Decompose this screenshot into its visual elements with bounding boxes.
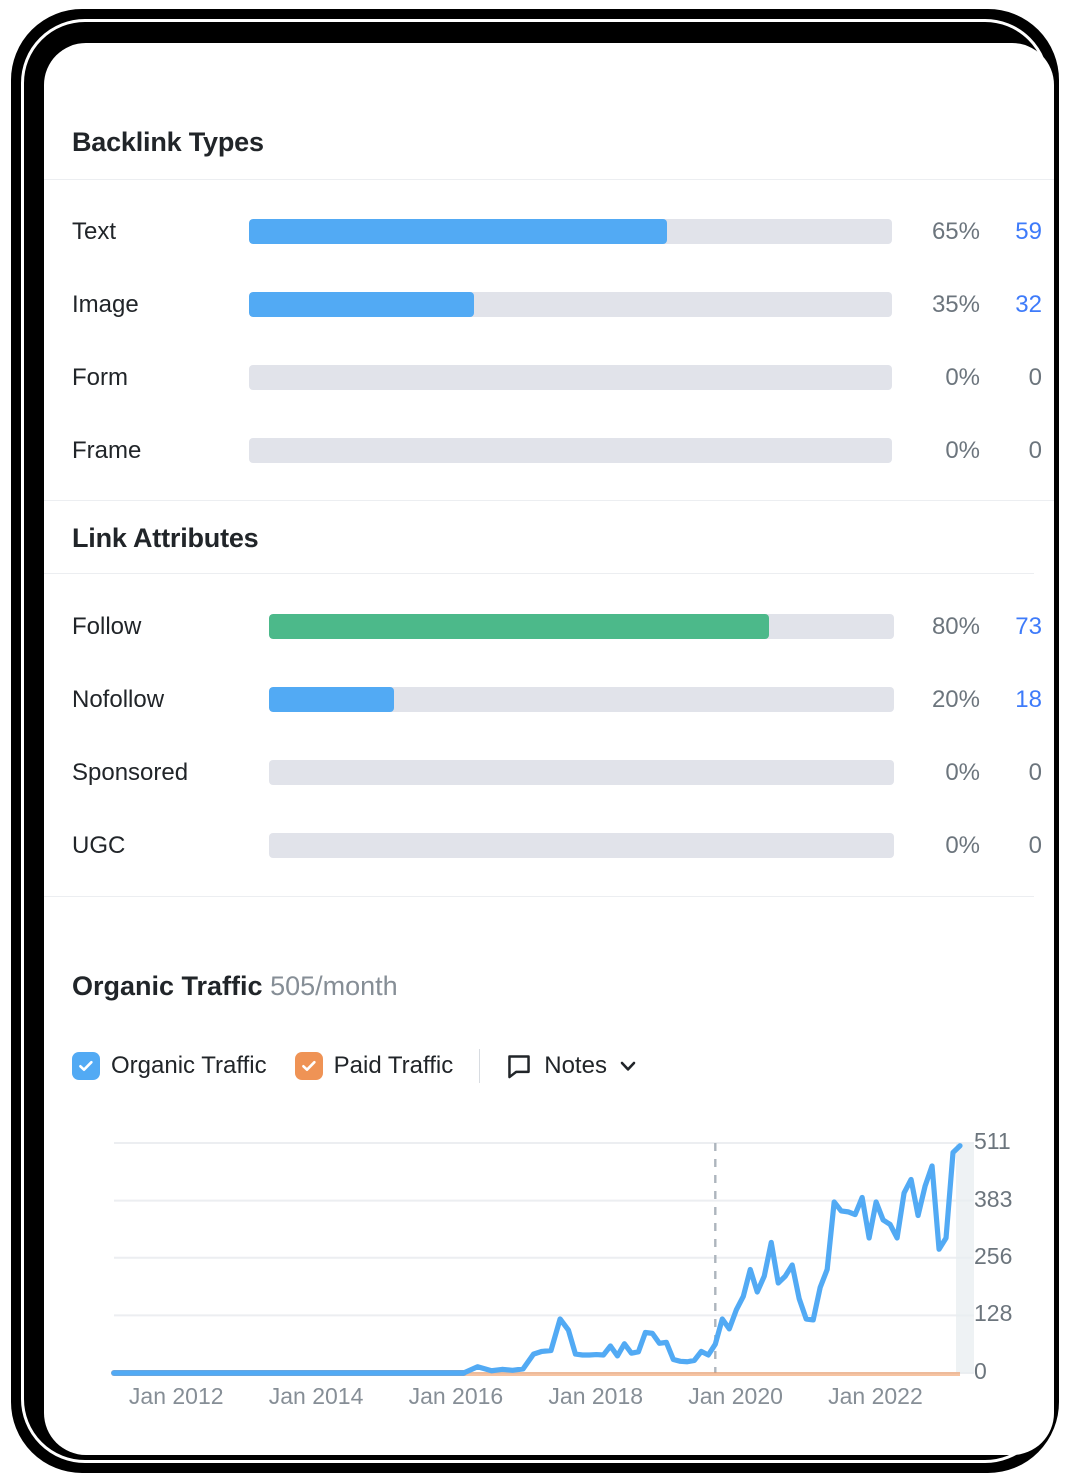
metric-row: Image 35% 32 — [44, 268, 1054, 341]
metric-row-count[interactable]: 18 — [986, 686, 1042, 714]
chart-canvas — [111, 1142, 974, 1376]
metric-row-percent: 0% — [945, 436, 980, 464]
metric-row-label: UGC — [72, 831, 126, 859]
link-attributes-bottom-divider — [44, 896, 1034, 897]
metric-row-count: 0 — [1028, 831, 1042, 859]
chart-y-tick-label: 128 — [974, 1300, 1013, 1327]
organic-traffic-title: Organic Traffic — [72, 971, 263, 1001]
metric-row-count: 0 — [1028, 363, 1042, 391]
metric-row-count[interactable]: 32 — [986, 291, 1042, 319]
metric-row-percent: 80% — [931, 612, 980, 640]
chart-y-tick-label: 383 — [974, 1185, 1013, 1212]
metric-row: Follow 80% 73 — [44, 590, 1054, 663]
metric-row-label: Image — [72, 290, 139, 318]
link-attributes-title: Link Attributes — [72, 523, 259, 553]
chart-highlight-band — [956, 1143, 974, 1373]
note-bubble-icon — [508, 1055, 531, 1079]
chart-x-tick-label: Jan 2014 — [268, 1383, 364, 1409]
metric-row-label: Frame — [72, 436, 142, 464]
chart-legend: Organic Traffic Paid Traffic Notes — [72, 1046, 638, 1086]
link-attributes-divider — [44, 573, 1034, 574]
metric-bar-track — [269, 614, 894, 639]
chart-x-tick-label: Jan 2012 — [128, 1383, 224, 1409]
link-attributes-rows: Follow 80% 73 Nofollow 20% 18 Sponsored 0% 0 UGC 0… — [44, 590, 1054, 882]
backlink-types-rows: Text 65% 59 Image 35% 32 Form 0% 0 Frame 0% 0 — [44, 195, 1054, 487]
chart-x-tick-label: Jan 2022 — [828, 1383, 923, 1409]
metric-row-count: 0 — [1028, 758, 1042, 786]
metric-bar-fill — [269, 687, 394, 712]
legend-item-organic-traffic[interactable]: Organic Traffic — [72, 1052, 267, 1080]
legend-label-paid-traffic: Paid Traffic — [333, 1052, 454, 1079]
chart-y-tick-label: 511 — [974, 1128, 1011, 1154]
metric-row-percent: 65% — [931, 217, 980, 245]
metric-bar-track — [249, 365, 892, 390]
metric-row-percent: 0% — [945, 363, 980, 391]
paid-traffic-checkbox[interactable] — [294, 1052, 323, 1080]
backlink-types-divider — [44, 179, 1054, 180]
organic-traffic-chart[interactable] — [44, 1121, 1054, 1421]
legend-item-paid-traffic[interactable]: Paid Traffic — [294, 1052, 454, 1080]
check-icon — [79, 1060, 93, 1071]
metric-row-label: Nofollow — [72, 685, 165, 713]
check-icon — [301, 1060, 316, 1071]
metric-bar-track — [249, 292, 892, 317]
organic-traffic-heading: Organic Traffic 505/month — [72, 971, 398, 1002]
metric-bar-track — [249, 219, 892, 244]
chart-y-tick-label: 0 — [974, 1358, 987, 1384]
metric-bar-track — [269, 760, 894, 785]
backlink-types-title: Backlink Types — [72, 127, 264, 157]
metric-row: Text 65% 59 — [44, 195, 1054, 268]
metric-row: Sponsored 0% 0 — [44, 736, 1054, 809]
chart-x-tick-label: Jan 2016 — [408, 1383, 504, 1409]
device-bezel-outer: Backlink Types Text 65% 59 Image 35% 32 Form 0%… — [8, 6, 1062, 1476]
metric-bar-track — [249, 438, 892, 463]
chart-x-tick-label: Jan 2020 — [688, 1383, 783, 1409]
metric-row-count[interactable]: 59 — [986, 218, 1042, 246]
metric-row-count[interactable]: 73 — [986, 613, 1042, 641]
metric-bar-fill — [249, 292, 475, 317]
metric-row: UGC 0% 0 — [44, 809, 1054, 882]
metric-bar-track — [269, 687, 894, 712]
metric-row-percent: 0% — [945, 831, 980, 859]
link-attributes-top-divider — [44, 500, 1054, 501]
organic-traffic-checkbox[interactable] — [72, 1052, 100, 1080]
chart-y-tick-label: 256 — [974, 1242, 1013, 1269]
metric-row-label: Sponsored — [72, 758, 189, 786]
legend-label-organic-traffic: Organic Traffic — [111, 1052, 267, 1079]
metric-row-label: Follow — [72, 612, 142, 640]
metric-row-count: 0 — [1028, 436, 1042, 464]
notes-button[interactable]: Notes — [506, 1052, 638, 1080]
metric-bar-fill — [269, 614, 769, 639]
notes-label: Notes — [544, 1052, 607, 1079]
chevron-down-icon — [620, 1061, 636, 1071]
metric-row-label: Text — [72, 217, 117, 245]
metric-row: Frame 0% 0 — [44, 414, 1054, 487]
metric-row-percent: 35% — [931, 290, 980, 318]
legend-separator — [479, 1049, 481, 1083]
organic-traffic-subtitle: 505/month — [270, 971, 398, 1001]
metric-row: Nofollow 20% 18 — [44, 663, 1054, 736]
metric-bar-fill — [249, 219, 667, 244]
metric-row-label: Form — [72, 363, 128, 391]
metric-row-percent: 20% — [931, 685, 980, 713]
chart-x-tick-label: Jan 2018 — [548, 1383, 644, 1409]
metric-row-percent: 0% — [945, 758, 980, 786]
metric-row: Form 0% 0 — [44, 341, 1054, 414]
screen: Backlink Types Text 65% 59 Image 35% 32 Form 0%… — [44, 43, 1054, 1455]
metric-bar-track — [269, 833, 894, 858]
chart-series-organic-traffic — [111, 1143, 963, 1376]
